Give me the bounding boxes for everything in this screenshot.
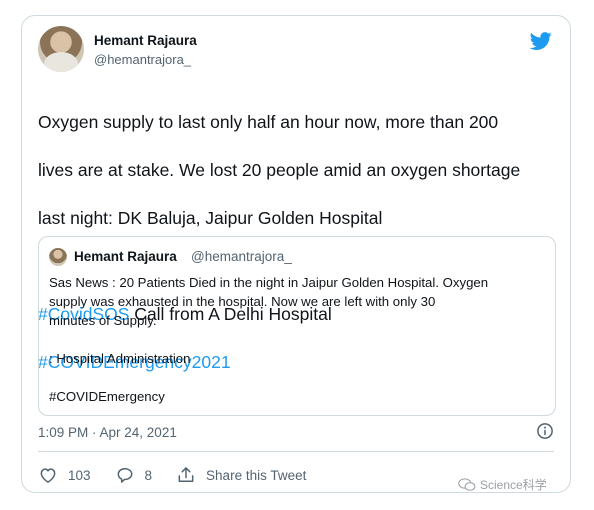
action-bar: 103 8 Share this Tweet — [38, 464, 330, 486]
quoted-text-line: minutes of Supply. — [49, 313, 157, 328]
watermark-text: Science科学 — [480, 478, 547, 492]
author-name[interactable]: Hemant Rajaura — [94, 33, 197, 48]
twitter-bird-icon[interactable] — [528, 30, 554, 52]
share-label: Share this Tweet — [206, 467, 307, 483]
tweet-text-line: last night: DK Baluja, Jaipur Golden Hos… — [38, 208, 383, 228]
info-icon[interactable] — [536, 422, 554, 440]
quoted-author-name: Hemant Rajaura — [74, 249, 177, 264]
quoted-tweet[interactable]: Hemant Rajaura @hemantrajora_ Sas News :… — [38, 236, 556, 416]
quoted-author-handle: @hemantrajora_ — [191, 249, 292, 264]
reply-button[interactable]: 8 — [115, 465, 153, 485]
wechat-icon — [458, 477, 476, 491]
share-button[interactable]: Share this Tweet — [176, 465, 306, 485]
tweet-text-line: Oxygen supply to last only half an hour … — [38, 112, 499, 132]
watermark: Science科学 — [458, 476, 547, 493]
quoted-text-line: supply was exhausted in the hospital. No… — [49, 294, 436, 309]
quoted-text-line: #COVIDEmergency — [49, 389, 165, 404]
reply-count: 8 — [144, 467, 153, 483]
quoted-tweet-text: Sas News : 20 Patients Died in the night… — [49, 273, 545, 406]
share-icon — [178, 467, 194, 482]
author-handle[interactable]: @hemantrajora_ — [94, 52, 191, 67]
like-button[interactable]: 103 — [38, 465, 91, 485]
tweet-card: Hemant Rajaura @hemantrajora_ Oxygen sup… — [21, 15, 571, 493]
divider — [38, 451, 554, 452]
like-count: 103 — [68, 467, 91, 483]
quoted-author-avatar — [49, 248, 67, 266]
quoted-text-line: Sas News : 20 Patients Died in the night… — [49, 275, 489, 290]
tweet-text-line: lives are at stake. We lost 20 people am… — [38, 160, 521, 180]
quoted-text-line: : Hospital Administration — [49, 351, 191, 366]
reply-icon — [117, 468, 132, 483]
heart-icon — [40, 468, 56, 483]
tweet-timestamp[interactable]: 1:09 PM · Apr 24, 2021 — [38, 425, 177, 440]
author-avatar[interactable] — [38, 26, 84, 72]
